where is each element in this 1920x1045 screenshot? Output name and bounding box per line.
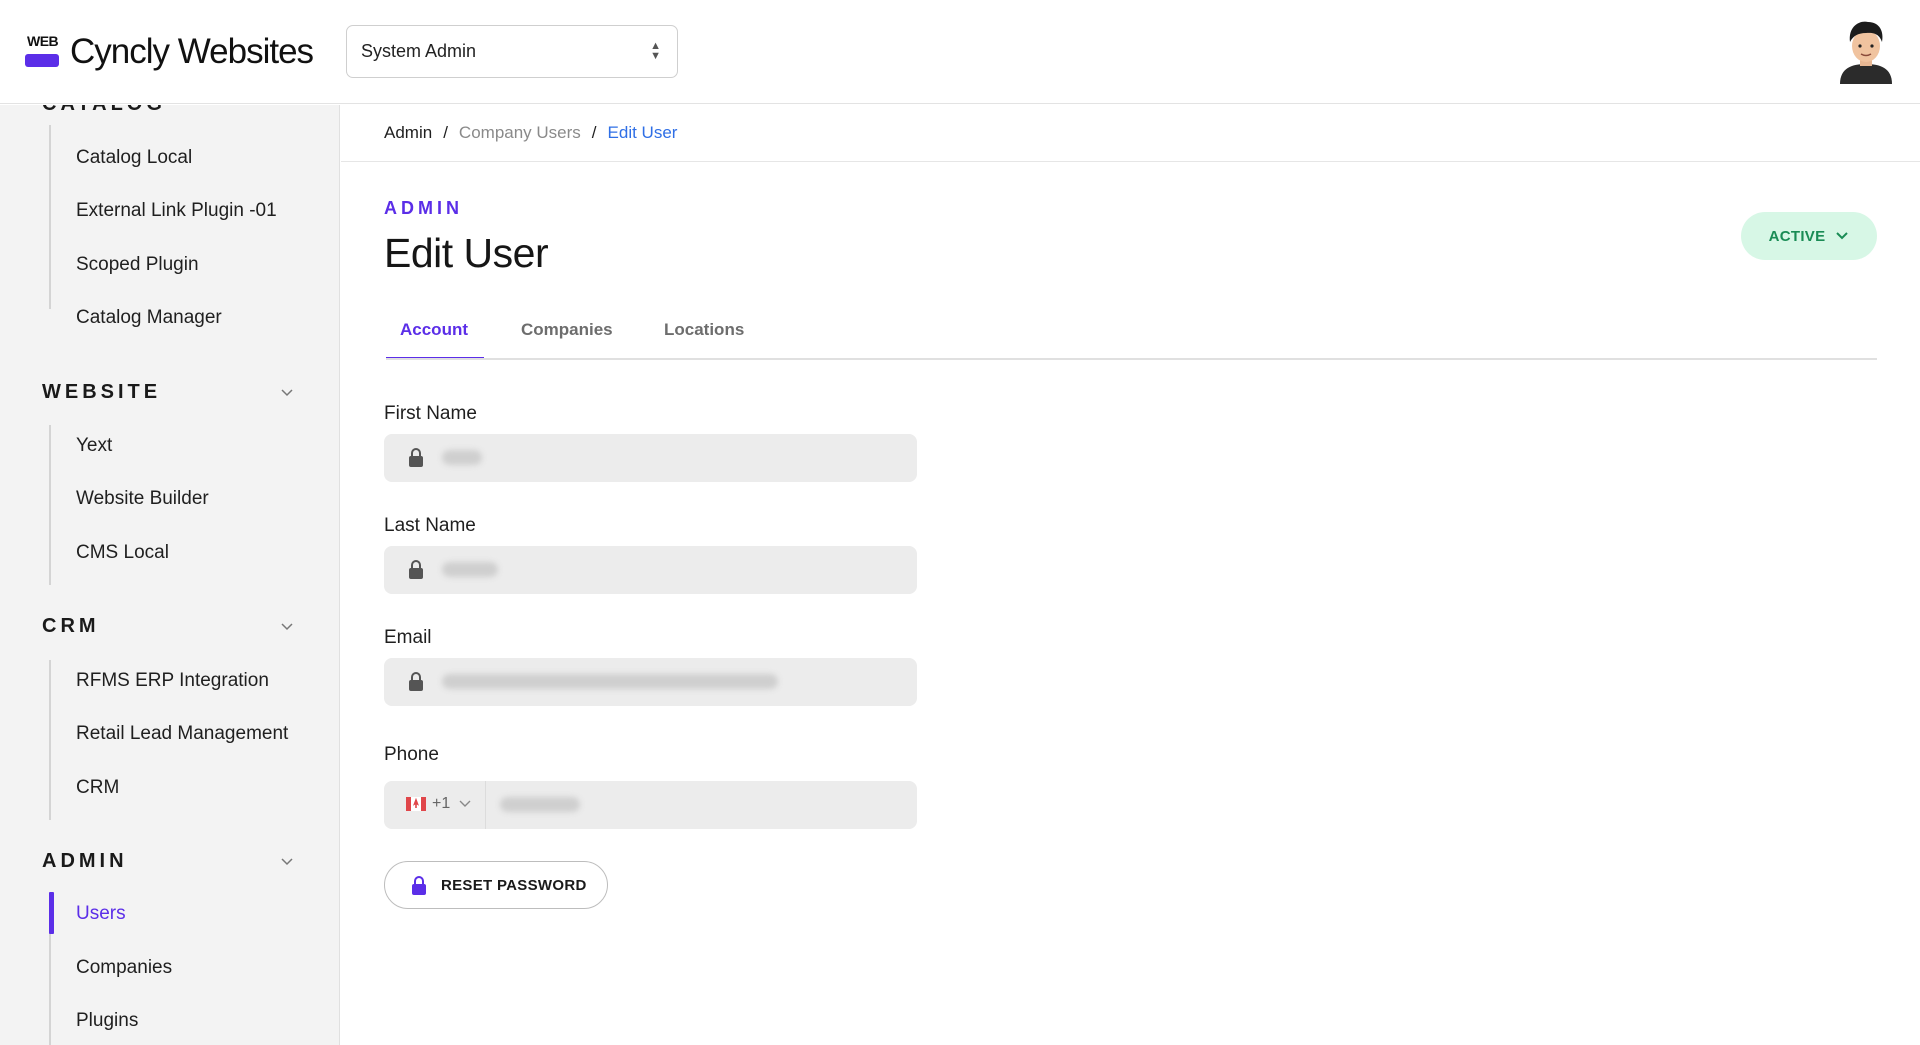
sidebar-item-yext[interactable]: Yext (76, 435, 112, 457)
status-label: ACTIVE (1768, 227, 1826, 245)
sidebar-item-catalog-manager[interactable]: Catalog Manager (76, 307, 222, 329)
breadcrumb-separator: / (443, 123, 448, 142)
first-name-field[interactable] (384, 434, 917, 482)
sidebar-item-users[interactable]: Users (76, 903, 126, 925)
chevron-down-icon (1836, 232, 1849, 240)
breadcrumb-separator: / (591, 123, 597, 142)
last-name-label: Last Name (384, 515, 476, 536)
logo-mark-text: WEB (27, 33, 59, 49)
user-avatar[interactable] (1836, 18, 1896, 84)
breadcrumb: Admin / Company Users / Edit User (341, 105, 1920, 162)
top-bar: WEB Cyncly Websites System Admin ▲ ▼ (0, 0, 1920, 104)
redacted-value (442, 674, 778, 689)
sidebar-section-website[interactable]: WEBSITE (42, 381, 161, 404)
status-dropdown[interactable]: ACTIVE (1741, 212, 1877, 260)
breadcrumb-company-users[interactable]: Company Users (459, 123, 581, 143)
redacted-value (442, 562, 498, 577)
tab-account[interactable]: Account (400, 320, 468, 340)
app-logo[interactable]: WEB Cyncly Websites (25, 32, 314, 72)
role-select-value: System Admin (361, 41, 477, 61)
first-name-label: First Name (384, 403, 477, 424)
breadcrumb-edit-user: Edit User (607, 123, 678, 142)
sidebar-section-catalog[interactable]: CATALOG (42, 105, 166, 116)
sidebar-item-plugins[interactable]: Plugins (76, 1010, 138, 1032)
last-name-field[interactable] (384, 546, 917, 594)
sidebar-item-rfms-erp-integration[interactable]: RFMS ERP Integration (76, 670, 269, 692)
sidebar-item-scoped-plugin[interactable]: Scoped Plugin (76, 254, 199, 276)
sidebar-section-crm[interactable]: CRM (42, 615, 100, 638)
phone-label: Phone (384, 744, 439, 765)
redacted-value (442, 450, 482, 465)
chevron-down-icon[interactable] (278, 617, 296, 635)
sidebar-item-companies[interactable]: Companies (76, 957, 172, 979)
role-select[interactable]: System Admin ▲ ▼ (346, 25, 678, 78)
breadcrumb-admin[interactable]: Admin (384, 123, 432, 143)
tabs-divider (386, 358, 1877, 360)
active-item-indicator (49, 892, 54, 934)
page-title: Edit User (384, 230, 549, 276)
reset-password-button[interactable]: RESET PASSWORD (384, 861, 608, 909)
lock-icon (409, 560, 423, 579)
redacted-value (500, 797, 580, 812)
sidebar: CATALOG Catalog Local External Link Plug… (0, 105, 340, 1045)
phone-field[interactable]: +1 (384, 781, 917, 829)
sidebar-item-catalog-local[interactable]: Catalog Local (76, 147, 192, 169)
canada-flag-icon (406, 797, 426, 811)
tab-locations[interactable]: Locations (664, 320, 744, 340)
email-field[interactable] (384, 658, 917, 706)
main-content: Admin / Company Users / Edit User ADMIN … (341, 105, 1920, 1045)
page-eyebrow: ADMIN (384, 198, 463, 218)
chevron-down-icon[interactable] (278, 383, 296, 401)
country-code: +1 (432, 795, 451, 812)
lock-icon (412, 875, 426, 895)
sidebar-item-retail-lead-management[interactable]: Retail Lead Management (76, 723, 288, 745)
sidebar-item-crm[interactable]: CRM (76, 777, 119, 799)
logo-text: Cyncly Websites (70, 32, 314, 71)
logo-mark-icon: WEB (25, 33, 61, 71)
lock-icon (409, 448, 423, 467)
sidebar-item-external-link-plugin[interactable]: External Link Plugin -01 (76, 200, 277, 222)
sidebar-item-cms-local[interactable]: CMS Local (76, 542, 169, 564)
select-arrows-icon: ▲ ▼ (650, 40, 661, 62)
email-label: Email (384, 627, 432, 648)
reset-password-label: RESET PASSWORD (441, 876, 587, 894)
chevron-down-icon[interactable] (278, 852, 296, 870)
sidebar-item-website-builder[interactable]: Website Builder (76, 488, 209, 510)
lock-icon (409, 672, 423, 691)
sidebar-section-admin[interactable]: ADMIN (42, 850, 128, 873)
country-code-select[interactable]: +1 (406, 795, 472, 813)
chevron-down-icon (459, 800, 471, 807)
tab-companies[interactable]: Companies (521, 320, 613, 340)
